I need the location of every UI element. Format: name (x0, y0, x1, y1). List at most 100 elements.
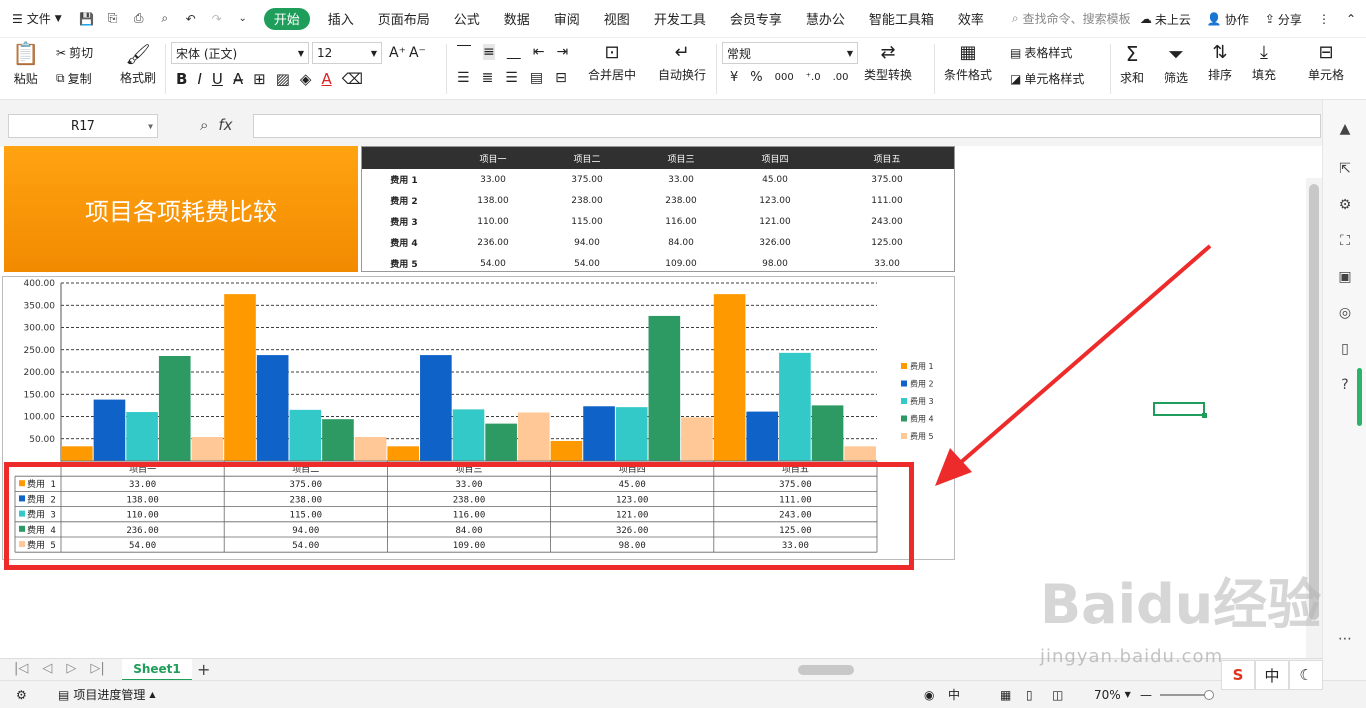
tab-1[interactable]: 插入 (316, 0, 366, 38)
tab-9[interactable]: 慧办公 (794, 0, 857, 38)
tab-5[interactable]: 审阅 (542, 0, 592, 38)
tab-8[interactable]: 会员专享 (718, 0, 794, 38)
eye-protection-icon[interactable]: ◉ (924, 688, 934, 702)
crop-icon[interactable]: ⛶ (1336, 232, 1354, 250)
sort-button[interactable]: ⇅ 排序 (1208, 42, 1232, 83)
distribute-icon[interactable]: ⊟ (555, 70, 567, 86)
ime-mode-button[interactable]: 中 (1255, 660, 1289, 690)
tab-2[interactable]: 页面布局 (366, 0, 442, 38)
cut-button[interactable]: ✂ 剪切 (56, 44, 93, 61)
tab-0[interactable]: 开始 (263, 7, 310, 30)
macro-icon[interactable]: ⚙ (16, 688, 27, 702)
clear-format-icon[interactable]: ⌫ (342, 70, 363, 88)
thousands-button[interactable]: 000 (775, 72, 794, 83)
cell-style-button[interactable]: ◪ 单元格样式 (1010, 70, 1084, 87)
more-menu-icon[interactable]: ⋮ (1318, 12, 1330, 26)
adjust-icon[interactable]: ⚙ (1336, 196, 1354, 214)
zoom-select[interactable]: 70% ▼ (1094, 688, 1131, 702)
align-bottom-icon[interactable]: ⎽ (507, 44, 521, 60)
decrease-font-icon[interactable]: A⁻ (409, 45, 426, 61)
print-icon[interactable]: ⎙ (130, 10, 148, 28)
fill-color-icon[interactable]: ◈ (300, 70, 312, 88)
type-convert-button[interactable]: ⇄ 类型转换 (864, 42, 912, 83)
currency-button[interactable]: ¥ (730, 70, 738, 85)
next-sheet-icon[interactable]: ▷ (66, 661, 76, 676)
conditional-format-button[interactable]: ▦ 条件格式 (944, 42, 992, 83)
tab-10[interactable]: 智能工具箱 (857, 0, 946, 38)
align-top-icon[interactable]: ⎺ (457, 44, 471, 60)
strikethrough-icon[interactable]: A̶ (233, 70, 243, 88)
collaborate-button[interactable]: 👤 协作 (1207, 11, 1249, 28)
cell-button[interactable]: ⊟ 单元格 (1308, 42, 1344, 83)
copy-button[interactable]: ⧉ 复制 (56, 70, 92, 87)
wrap-text-button[interactable]: ↵ 自动换行 (658, 42, 706, 83)
input-language-button[interactable]: 中 (948, 686, 960, 703)
increase-decimal-icon[interactable]: ⁺.0 (806, 72, 821, 83)
tab-3[interactable]: 公式 (442, 0, 492, 38)
fill-pattern-icon[interactable]: ▨ (276, 70, 290, 88)
book-search-icon[interactable]: ▯ (1336, 340, 1354, 358)
scroll-thumb[interactable] (798, 665, 854, 675)
formula-input[interactable] (253, 114, 1321, 138)
page-break-icon[interactable]: ◫ (1052, 688, 1063, 702)
indent-decrease-icon[interactable]: ⇤ (533, 44, 545, 60)
merge-center-button[interactable]: ⊡ 合并居中 (588, 42, 636, 83)
table-style-button[interactable]: ▤ 表格样式 (1010, 44, 1072, 61)
font-size-select[interactable]: 12 ▼ (312, 42, 382, 64)
zoom-slider[interactable] (1160, 694, 1210, 696)
zoom-slider-handle[interactable] (1204, 690, 1214, 700)
tab-7[interactable]: 开发工具 (642, 0, 718, 38)
border-icon[interactable]: ⊞ (253, 70, 266, 88)
indent-increase-icon[interactable]: ⇥ (556, 44, 568, 60)
export-pdf-icon[interactable]: ⎘ (104, 10, 122, 28)
number-format-select[interactable]: 常规 ▼ (722, 42, 858, 64)
more-icon[interactable]: ⋯ (1336, 630, 1354, 648)
print-preview-icon[interactable]: ⌕ (156, 10, 174, 28)
align-center-icon[interactable]: ≣ (482, 70, 494, 86)
tab-6[interactable]: 视图 (592, 0, 642, 38)
format-painter-button[interactable]: 🖌 格式刷 (120, 42, 156, 86)
redo-icon[interactable]: ↷ (208, 10, 226, 28)
sheet-tab[interactable]: Sheet1 (122, 659, 192, 681)
file-menu[interactable]: ☰ 文件 ▼ (0, 0, 72, 38)
zoom-out-icon[interactable]: — (1140, 688, 1152, 702)
bold-button[interactable]: B (176, 70, 187, 88)
scroll-thumb[interactable] (1309, 184, 1319, 620)
compass-icon[interactable]: ◎ (1336, 304, 1354, 322)
image-icon[interactable]: ▣ (1336, 268, 1354, 286)
select-pointer-icon[interactable]: ⇱ (1336, 160, 1354, 178)
cloud-status-button[interactable]: ☁ 未上云 (1140, 11, 1191, 28)
moon-icon[interactable]: ☾ (1289, 660, 1323, 690)
last-sheet-icon[interactable]: ▷| (90, 661, 104, 676)
justify-icon[interactable]: ▤ (530, 70, 543, 86)
underline-button[interactable]: U (212, 70, 223, 88)
insert-function-button[interactable]: fx (218, 116, 232, 134)
prev-sheet-icon[interactable]: ◁ (42, 661, 52, 676)
zoom-formula-icon[interactable]: ⌕ (200, 116, 208, 134)
italic-button[interactable]: I (197, 70, 201, 88)
collapse-icon[interactable]: ⌃ (1346, 12, 1356, 26)
align-left-icon[interactable]: ☰ (457, 70, 470, 86)
align-right-icon[interactable]: ☰ (505, 70, 518, 86)
help-icon[interactable]: ? (1336, 376, 1354, 394)
decrease-decimal-icon[interactable]: .00 (833, 72, 849, 83)
sum-button[interactable]: Σ 求和 (1120, 42, 1144, 86)
first-sheet-icon[interactable]: |◁ (14, 661, 28, 676)
scroll-up-icon[interactable]: ▲ (1336, 120, 1354, 138)
document-name[interactable]: ▤ 项目进度管理 ▲ (58, 686, 156, 703)
font-name-select[interactable]: 宋体 (正文) ▼ (171, 42, 309, 64)
filter-button[interactable]: ⏷ 筛选 (1164, 42, 1188, 86)
command-search[interactable]: ⌕ 查找命令、搜索模板 (996, 10, 1131, 27)
tab-4[interactable]: 数据 (492, 0, 542, 38)
sogou-icon[interactable]: S (1221, 660, 1255, 690)
paste-button[interactable]: 📋 粘贴 (12, 42, 39, 87)
undo-icon[interactable]: ↶ (182, 10, 200, 28)
increase-font-icon[interactable]: A⁺ (389, 45, 406, 61)
align-middle-icon[interactable]: ≡ (483, 44, 495, 60)
name-box[interactable]: R17 ▼ (8, 114, 158, 138)
percent-button[interactable]: % (750, 70, 762, 85)
fill-button[interactable]: ⤓ 填充 (1252, 42, 1276, 83)
add-sheet-icon[interactable]: + (197, 660, 210, 679)
save-icon[interactable]: 💾 (78, 10, 96, 28)
tab-11[interactable]: 效率 (946, 0, 996, 38)
